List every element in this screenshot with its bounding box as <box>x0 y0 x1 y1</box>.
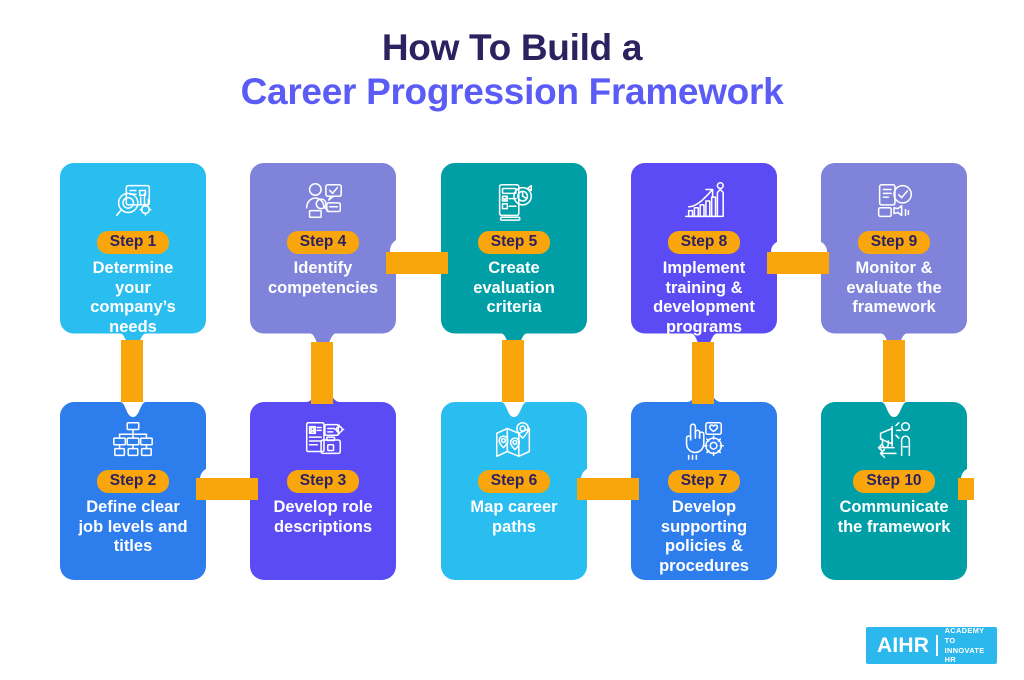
step-label-1: Determine your company’s needs <box>90 259 176 336</box>
step-card-7[interactable]: Step 7 Develop supporting policies & pro… <box>631 396 777 580</box>
step-label-2: Define clear job levels and titles <box>78 498 188 556</box>
step-label-10: Communicate the framework <box>837 498 951 536</box>
step-badge-1: Step 1 <box>96 231 170 255</box>
step-badge-2: Step 2 <box>96 470 170 494</box>
connector-step7-step8 <box>692 342 714 404</box>
logo-tagline: ACADEMY TO INNOVATE HR <box>944 625 985 665</box>
step-card-3[interactable]: Step 3 Develop role descriptions <box>250 396 396 580</box>
step-label-8: Implement training & development program… <box>653 259 755 336</box>
step-label-7: Develop supporting policies & procedures <box>659 498 749 575</box>
step-badge-10: Step 10 <box>853 470 935 494</box>
step-badge-6: Step 6 <box>477 470 551 494</box>
connector-step1-step2 <box>121 340 143 402</box>
magnifier-report-gear-icon <box>107 177 159 225</box>
logo-divider <box>936 635 938 656</box>
org-hierarchy-icon <box>107 416 159 464</box>
step-card-6[interactable]: Step 6 Map career paths <box>441 396 587 580</box>
growth-chart-arrow-icon <box>678 177 730 225</box>
step-card-4[interactable]: Step 4 Identify competencies <box>250 163 396 348</box>
connector-step9-step10 <box>883 340 905 402</box>
career-path-map-pins-icon <box>488 416 540 464</box>
role-description-document-icon <box>297 416 349 464</box>
step-label-9: Monitor & evaluate the framework <box>846 259 942 317</box>
step-card-10[interactable]: Step 10 Communicate the framework <box>821 396 967 580</box>
step-badge-8: Step 8 <box>667 231 741 255</box>
policies-hand-gear-icon <box>678 416 730 464</box>
step-card-8[interactable]: Step 8 Implement training & development … <box>631 163 777 348</box>
step-label-5: Create evaluation criteria <box>473 259 555 317</box>
connector-step5-step6 <box>502 340 524 402</box>
step-card-1[interactable]: Step 1 Determine your company’s needs <box>60 163 206 348</box>
step-card-5[interactable]: Step 5 Create evaluation criteria <box>441 163 587 348</box>
evaluation-criteria-clipboard-icon <box>488 177 540 225</box>
step-badge-9: Step 9 <box>857 231 931 255</box>
step-label-4: Identify competencies <box>267 259 379 297</box>
megaphone-announce-icon <box>868 416 920 464</box>
aihr-logo: AIHR ACADEMY TO INNOVATE HR <box>866 625 997 665</box>
step-card-2[interactable]: Step 2 Define clear job levels and title… <box>60 396 206 580</box>
infographic-page: How To Build a Career Progression Framew… <box>0 0 1024 680</box>
step-badge-7: Step 7 <box>667 470 741 494</box>
step-badge-5: Step 5 <box>477 231 551 255</box>
step-label-6: Map career paths <box>470 498 558 536</box>
person-skills-checklist-icon <box>297 177 349 225</box>
step-badge-4: Step 4 <box>286 231 360 255</box>
step-card-9[interactable]: Step 9 Monitor & evaluate the framework <box>821 163 967 348</box>
logo-wordmark: AIHR <box>877 634 930 657</box>
connector-step3-step4 <box>311 342 333 404</box>
monitor-evaluate-check-icon <box>868 177 920 225</box>
step-badge-3: Step 3 <box>286 470 360 494</box>
step-label-3: Develop role descriptions <box>273 498 373 536</box>
